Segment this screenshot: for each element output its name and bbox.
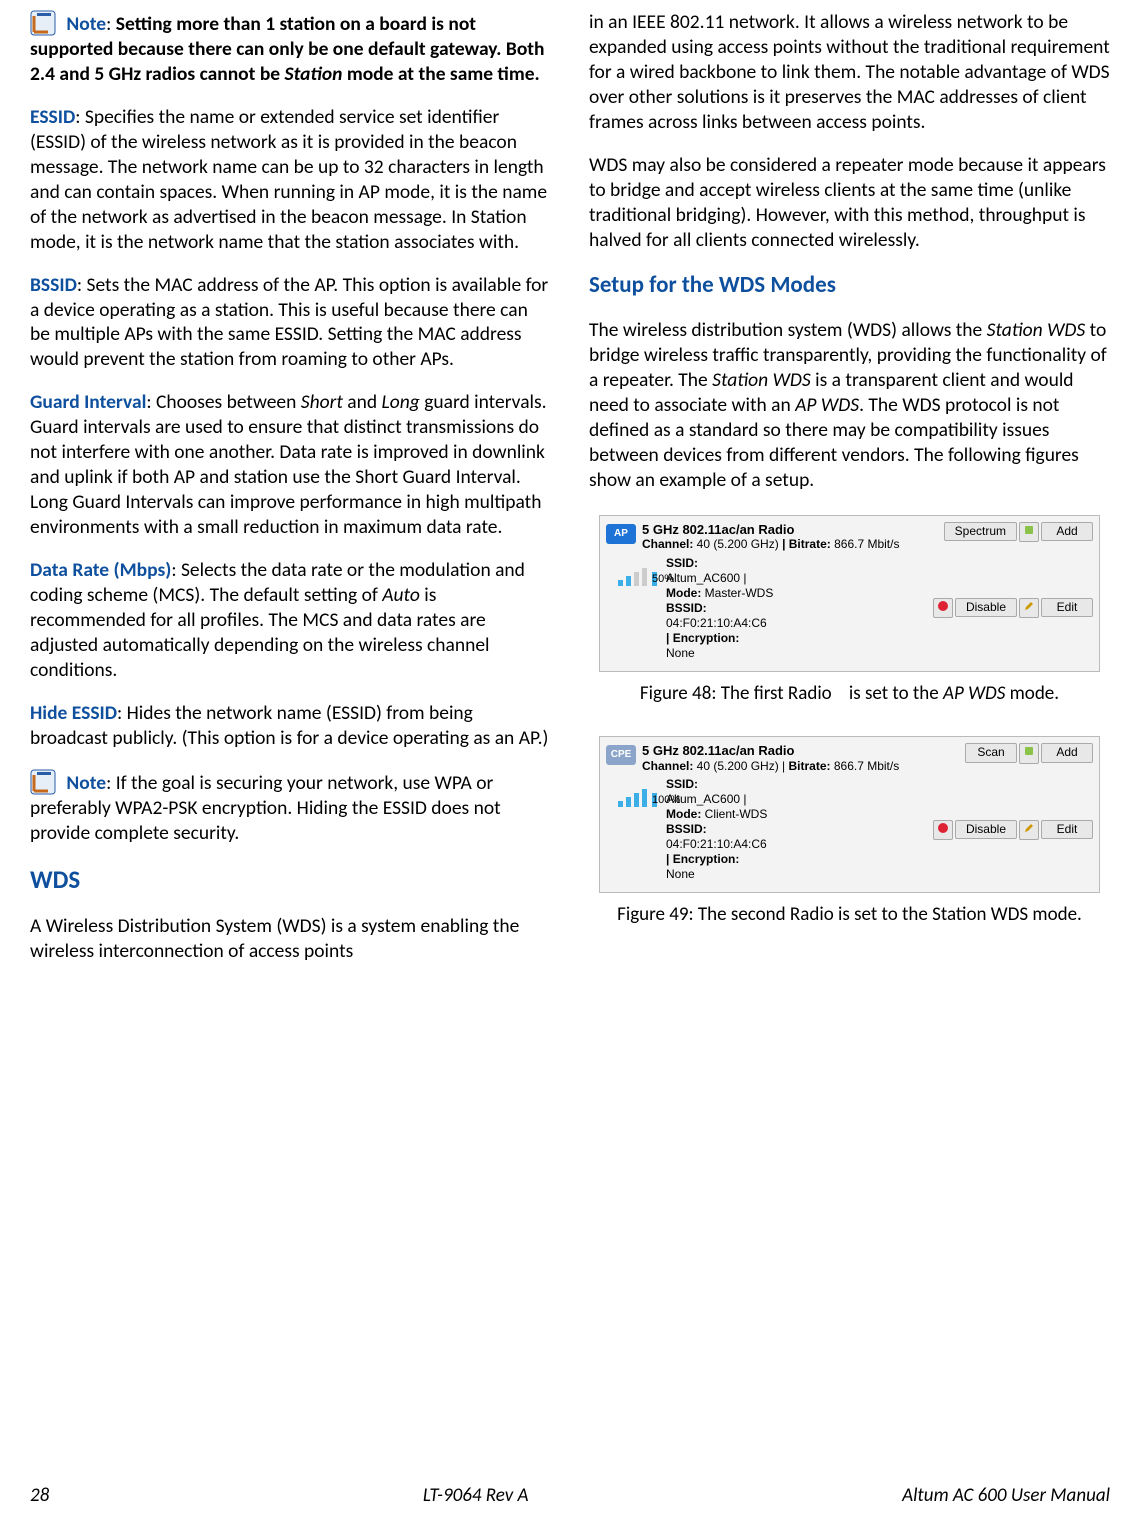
note-label: Note xyxy=(66,771,106,795)
radio-meta: Channel: 40 (5.200 GHz) | Bitrate: 866.7… xyxy=(642,537,944,551)
right-column: in an IEEE 802.11 network. It allows a w… xyxy=(589,10,1110,982)
figure-49: CPE 5 GHz 802.11ac/an Radio Channel: 40 … xyxy=(599,736,1100,928)
figure-49-frame: CPE 5 GHz 802.11ac/an Radio Channel: 40 … xyxy=(599,736,1100,893)
edit-button[interactable]: Edit xyxy=(1041,598,1093,617)
add-icon-button[interactable] xyxy=(1019,522,1039,542)
note-icon xyxy=(30,769,56,795)
left-column: Note: Setting more than 1 station on a b… xyxy=(30,10,551,982)
essid-para: ESSID: Specifies the name or extended se… xyxy=(30,105,551,255)
spectrum-button[interactable]: Spectrum xyxy=(944,522,1017,541)
page-body: Note: Setting more than 1 station on a b… xyxy=(0,0,1140,1042)
add-button[interactable]: Add xyxy=(1041,743,1093,762)
note-label: Note xyxy=(66,12,106,36)
disable-button[interactable]: Disable xyxy=(955,598,1017,617)
note-security: Note: If the goal is securing your netwo… xyxy=(30,769,551,846)
figure-49-caption: Figure 49: The second Radio is set to th… xyxy=(599,903,1100,928)
wds-repeater: WDS may also be considered a repeater mo… xyxy=(589,153,1110,253)
wds-cont: in an IEEE 802.11 network. It allows a w… xyxy=(589,10,1110,135)
disable-icon-button[interactable] xyxy=(933,598,953,618)
guard-para: Guard Interval: Chooses between Short an… xyxy=(30,390,551,540)
figure-48-frame: AP 5 GHz 802.11ac/an Radio Channel: 40 (… xyxy=(599,515,1100,672)
doc-title: Altum AC 600 User Manual xyxy=(902,1484,1110,1508)
page-number: 28 xyxy=(30,1484,49,1508)
figure-48-caption: Figure 48: The first Radio is set to the… xyxy=(599,682,1100,707)
ap-badge: AP xyxy=(606,524,636,544)
disable-button[interactable]: Disable xyxy=(955,820,1017,839)
scan-button[interactable]: Scan xyxy=(965,743,1017,762)
note-icon xyxy=(30,10,56,36)
add-button[interactable]: Add xyxy=(1041,522,1093,541)
wds-setup-para: The wireless distribution system (WDS) a… xyxy=(589,318,1110,493)
network-details: SSID: Altum_AC600 | Mode: Client-WDS BSS… xyxy=(666,777,933,882)
disable-icon-button[interactable] xyxy=(933,820,953,840)
note-station: Note: Setting more than 1 station on a b… xyxy=(30,10,551,87)
signal-icon: 50% xyxy=(618,556,660,586)
wds-setup-heading: Setup for the WDS Modes xyxy=(589,271,1110,300)
term-essid: ESSID xyxy=(30,105,75,129)
radio-meta: Channel: 40 (5.200 GHz) | Bitrate: 866.7… xyxy=(642,759,965,773)
edit-icon-button[interactable] xyxy=(1019,598,1039,618)
term-bssid: BSSID xyxy=(30,273,77,297)
doc-rev: LT-9064 Rev A xyxy=(423,1484,529,1508)
radio-header: 5 GHz 802.11ac/an Radio xyxy=(642,743,965,759)
network-details: SSID: Altum_AC600 | Mode: Master-WDS BSS… xyxy=(666,556,933,661)
term-hide: Hide ESSID xyxy=(30,701,117,725)
wds-heading: WDS xyxy=(30,864,551,896)
page-footer: 28 LT-9064 Rev A Altum AC 600 User Manua… xyxy=(30,1484,1110,1508)
edit-button[interactable]: Edit xyxy=(1041,820,1093,839)
radio-header: 5 GHz 802.11ac/an Radio xyxy=(642,522,944,538)
add-icon-button[interactable] xyxy=(1019,743,1039,763)
bssid-para: BSSID: Sets the MAC address of the AP. T… xyxy=(30,273,551,373)
term-rate: Data Rate (Mbps) xyxy=(30,558,171,582)
cpe-badge: CPE xyxy=(606,745,636,765)
rate-para: Data Rate (Mbps): Selects the data rate … xyxy=(30,558,551,683)
signal-icon: 100% xyxy=(618,777,660,807)
edit-icon-button[interactable] xyxy=(1019,820,1039,840)
figure-48: AP 5 GHz 802.11ac/an Radio Channel: 40 (… xyxy=(599,515,1100,707)
hide-para: Hide ESSID: Hides the network name (ESSI… xyxy=(30,701,551,751)
wds-intro: A Wireless Distribution System (WDS) is … xyxy=(30,914,551,964)
term-guard: Guard Interval xyxy=(30,390,146,414)
